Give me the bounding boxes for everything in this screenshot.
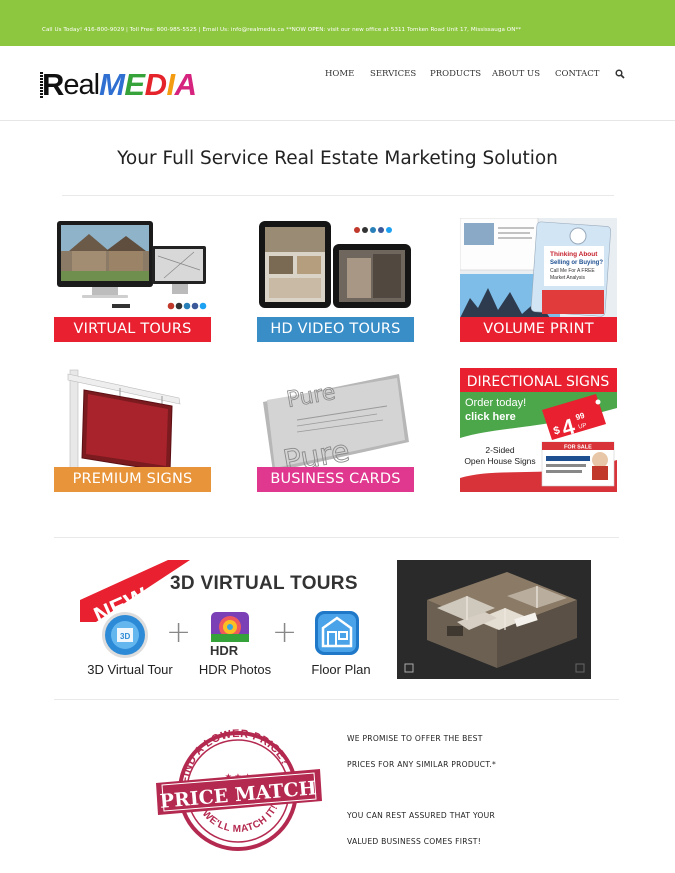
directional-sign-image: DIRECTIONAL SIGNS Order today! click her… [460,368,617,492]
directional-order: Order today! [465,397,526,409]
section-divider-2 [54,699,619,700]
tile-volume-print[interactable]: Thinking About Selling or Buying? Call M… [460,218,617,342]
nav-about-us[interactable]: ABOUT US [492,69,540,79]
svg-text:3D: 3D [120,632,130,641]
search-icon[interactable] [615,69,625,79]
volume-print-text-2: Selling or Buying? [550,260,603,266]
plus-sign-1: + [166,615,192,650]
volume-print-text-3: Call Me For A FREE [550,268,595,274]
contact-info-text: Call Us Today! 416-800-9029 | Toll Free:… [42,27,522,33]
promise-line-3: YOU CAN REST ASSURED THAT YOUR [347,811,495,820]
directional-click: click here [465,411,516,423]
feature-3d-virtual-tour: 3D Virtual Tour [87,662,173,677]
floor-plan-icon [315,611,359,655]
nav-products[interactable]: PRODUCTS [430,69,481,79]
feature-floor-plan: Floor Plan [311,662,371,677]
top-contact-bar: Call Us Today! 416-800-9029 | Toll Free:… [0,0,675,46]
promise-line-1: WE PROMISE TO OFFER THE BEST [347,734,483,743]
directional-two-sided-1: 2-Sided [485,445,515,455]
hdr-camera-icon: HDR [209,612,251,658]
3d-dollhouse-render [397,560,591,679]
nav-services[interactable]: SERVICES [370,69,416,79]
directional-two-sided-2: Open House Signs [464,456,535,466]
section-divider-1 [54,537,619,538]
hdr-badge-text: HDR [210,643,239,658]
title-divider [62,195,614,196]
tile-label: VIRTUAL TOURS [54,317,211,342]
page: Call Us Today! 416-800-9029 | Toll Free:… [0,0,675,873]
virtual-tour-icon: 3D [102,612,148,658]
volume-print-text-1: Thinking About [550,251,598,258]
3d-floorplan-image[interactable] [397,560,591,679]
page-title: Your Full Service Real Estate Marketing … [117,148,558,169]
tile-business-cards[interactable]: Pure Pure BUSINESS CARDS [257,368,414,492]
site-header: Real MEDIA HOME SERVICES PRODUCTS ABOUT … [0,46,675,121]
tile-directional-signs[interactable]: DIRECTIONAL SIGNS Order today! click her… [460,368,617,492]
promise-line-4: VALUED BUSINESS COMES FIRST! [347,837,481,846]
tile-label: BUSINESS CARDS [257,467,414,492]
main-nav: HOME SERVICES PRODUCTS ABOUT US CONTACT [0,69,675,81]
tile-virtual-tours[interactable]: VIRTUAL TOURS [54,218,211,342]
directional-title: DIRECTIONAL SIGNS [467,374,610,390]
tile-label: HD VIDEO TOURS [257,317,414,342]
vt3d-title: 3D VIRTUAL TOURS [170,573,358,594]
tile-label: VOLUME PRINT [460,317,617,342]
volume-print-text-4: Market Analysis [550,275,586,281]
tile-premium-signs[interactable]: PREMIUM SIGNS [54,368,211,492]
promise-line-2: PRICES FOR ANY SIMILAR PRODUCT.* [347,760,497,769]
plus-sign-2: + [272,615,298,650]
price-match-stamp: FIND A LOWER PRICE? WE'LL MATCH IT! ★ ★ … [156,728,322,851]
tile-label: PREMIUM SIGNS [54,467,211,492]
nav-home[interactable]: HOME [325,69,354,79]
nav-contact[interactable]: CONTACT [555,69,599,79]
tile-hd-video-tours[interactable]: HD VIDEO TOURS [257,218,414,342]
directional-for-sale: FOR SALE [564,445,592,451]
feature-hdr-photos: HDR Photos [198,662,272,677]
